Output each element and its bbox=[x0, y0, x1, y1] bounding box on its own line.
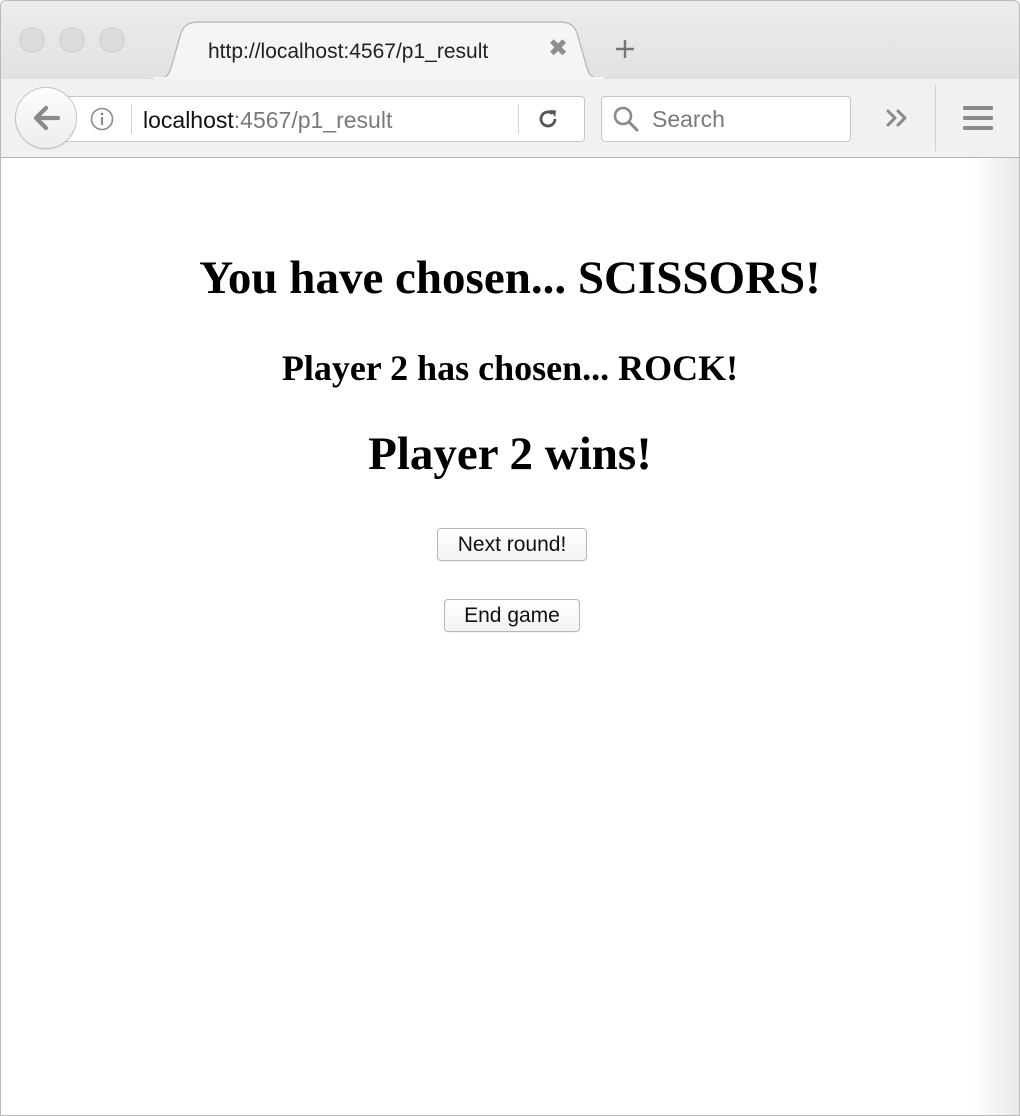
navigation-toolbar: localhost:4567/p1_result bbox=[1, 79, 1019, 158]
browser-window: http://localhost:4567/p1_result ✖ localh… bbox=[0, 0, 1020, 1116]
search-bar bbox=[601, 96, 851, 142]
minimize-window-button[interactable] bbox=[59, 27, 85, 53]
toolbar-divider bbox=[935, 85, 936, 151]
close-tab-icon[interactable]: ✖ bbox=[547, 37, 569, 61]
url-separator bbox=[131, 104, 132, 134]
search-input[interactable] bbox=[652, 104, 842, 134]
url-path: :4567/p1_result bbox=[233, 107, 393, 133]
hamburger-menu-icon[interactable] bbox=[961, 103, 995, 133]
end-game-button[interactable]: End game bbox=[444, 599, 580, 632]
info-icon[interactable] bbox=[90, 107, 114, 131]
zoom-window-button[interactable] bbox=[99, 27, 125, 53]
reload-icon[interactable] bbox=[536, 107, 560, 131]
player-choice-heading: You have chosen... SCISSORS! bbox=[199, 252, 821, 304]
url-host: localhost bbox=[143, 107, 234, 133]
tab-strip: http://localhost:4567/p1_result ✖ bbox=[1, 1, 1019, 79]
result-heading: Player 2 wins! bbox=[368, 428, 652, 480]
url-separator bbox=[518, 104, 519, 134]
tab-title: http://localhost:4567/p1_result bbox=[208, 40, 489, 63]
plus-icon[interactable] bbox=[611, 35, 639, 63]
url-bar[interactable]: localhost:4567/p1_result bbox=[45, 96, 585, 142]
next-round-button[interactable]: Next round! bbox=[437, 528, 587, 561]
back-arrow-icon bbox=[33, 105, 61, 131]
active-tab[interactable]: http://localhost:4567/p1_result ✖ bbox=[151, 21, 607, 79]
close-window-button[interactable] bbox=[19, 27, 45, 53]
url-text[interactable]: localhost:4567/p1_result bbox=[143, 107, 392, 134]
opponent-choice-heading: Player 2 has chosen... ROCK! bbox=[281, 348, 739, 388]
back-button[interactable] bbox=[15, 87, 77, 149]
search-icon bbox=[612, 105, 640, 133]
overflow-chevrons-icon[interactable] bbox=[883, 105, 913, 131]
page-content: You have chosen... SCISSORS! Player 2 ha… bbox=[1, 158, 1019, 1115]
